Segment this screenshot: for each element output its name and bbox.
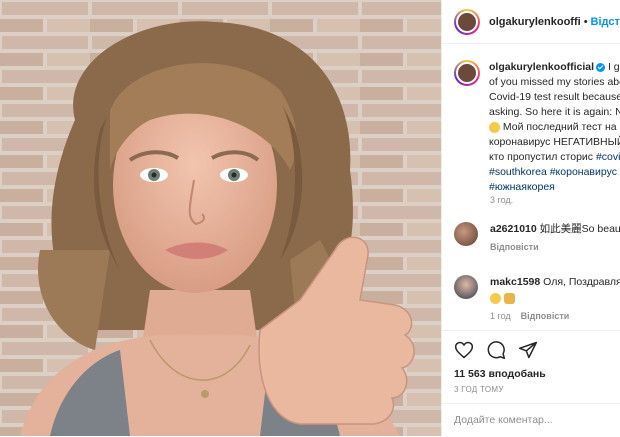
reply-button[interactable]: Відповісти (521, 311, 570, 321)
caption-line-1: I gu (607, 61, 620, 73)
caption-line-4: asking. So here it is again: N (489, 106, 620, 118)
hashtag-link[interactable]: #южнаякорея (489, 181, 555, 193)
caption-line-5: Мой последний тест на (502, 121, 617, 133)
caption-time: 3 год. (490, 195, 514, 205)
selfie-image (0, 0, 441, 436)
hashtag-link[interactable]: #коронавирус (550, 166, 617, 178)
verified-badge-icon (596, 62, 606, 72)
avatar[interactable] (454, 222, 478, 246)
comment-text: 如此美麗So beauty (539, 223, 620, 235)
comment-text: Оля, Поздравлям (543, 276, 620, 288)
caption-line-7: кто пропустил сторис (489, 151, 596, 163)
post-actions: 11 563 вподобань 3 ГОД ТОМУ (442, 330, 620, 394)
hashtag-link[interactable]: #southkorea (489, 166, 547, 178)
post-timestamp: 3 ГОД ТОМУ (454, 385, 504, 394)
caption-line-6: коронавирус НЕГАТИВНЫЙ (489, 136, 620, 148)
header-username[interactable]: olgakurylenkooffi (489, 16, 581, 28)
avatar[interactable] (454, 275, 478, 299)
separator-dot: • (583, 15, 588, 28)
caption-username[interactable]: olgakurylenkoofficial (489, 61, 594, 73)
caption-line-3: Covid-19 test result because (489, 91, 620, 103)
comment-icon[interactable] (486, 340, 506, 360)
post-header: olgakurylenkooffi • Відстеж (442, 0, 620, 44)
hashtag-link[interactable]: #covi (596, 151, 620, 163)
add-comment-input[interactable]: Додайте коментар... (442, 403, 620, 437)
muscle-emoji-icon (503, 292, 515, 304)
reply-button[interactable]: Відповісти (490, 242, 539, 252)
follow-button[interactable]: Відстеж (591, 16, 620, 28)
comment-username[interactable]: makc1598 (490, 276, 540, 288)
avatar[interactable] (454, 8, 480, 35)
comment-username[interactable]: a2621010 (490, 223, 537, 235)
post-caption: olgakurylenkoofficial I gu of you missed… (454, 60, 620, 195)
heart-icon[interactable] (454, 340, 474, 360)
comment-item: makc1598 Оля, Поздравлям 1 год Відповісти (454, 275, 620, 323)
post-sidebar: olgakurylenkooffi • Відстеж olgakurylenk… (441, 0, 620, 436)
comment-time: 1 год (490, 311, 511, 321)
post-photo[interactable] (0, 0, 441, 436)
smile-emoji-icon (490, 292, 501, 304)
caption-line-2: of you missed my stories abo (489, 76, 620, 88)
comment-item: a2621010 如此美麗So beauty Відповісти (454, 222, 620, 254)
likes-count[interactable]: 11 563 вподобань (454, 368, 608, 380)
caption-avatar[interactable] (454, 60, 480, 86)
share-icon[interactable] (518, 340, 538, 360)
smile-emoji-icon (489, 121, 500, 133)
